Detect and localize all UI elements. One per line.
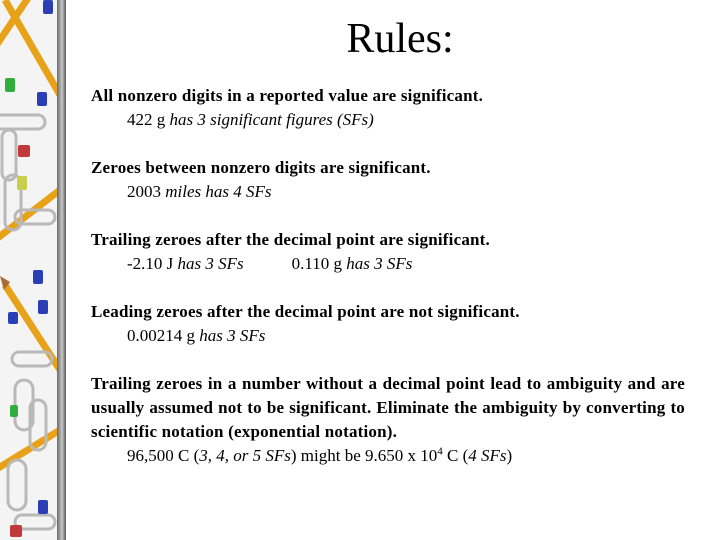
rule-item: Trailing zeroes after the decimal point … [91, 228, 685, 276]
rule-statement: Leading zeroes after the decimal point a… [91, 302, 520, 321]
page-title: Rules: [346, 16, 454, 62]
pencil-icon [0, 0, 57, 472]
decorative-sidebar [0, 0, 57, 540]
example-close: ) [506, 446, 513, 465]
example-note: has 3 significant figures (SFs) [169, 110, 374, 129]
rule-statement: Trailing zeroes in a number without a de… [91, 374, 685, 441]
rule-example: -2.10 J has 3 SFs 0.110 g has 3 SFs [91, 252, 685, 276]
desk-supplies-illustration [0, 0, 57, 537]
rule-statement: Trailing zeroes after the decimal point … [91, 230, 490, 249]
example-mid: ) might be 9.650 x 10 [290, 446, 438, 465]
example-note: 3, 4, or 5 SFs [199, 446, 291, 465]
example-value: 422 g [127, 110, 166, 129]
example-note: has 3 SFs [199, 326, 266, 345]
rule-item: Leading zeroes after the decimal point a… [91, 300, 685, 348]
rule-example: 2003 miles has 4 SFs [91, 180, 685, 204]
rule-statement: Zeroes between nonzero digits are signif… [91, 158, 431, 177]
example-note-2: has 3 SFs [346, 254, 413, 273]
rule-example: 96,500 C (3, 4, or 5 SFs) might be 9.650… [91, 444, 685, 468]
example-tail: C ( [442, 446, 469, 465]
example-note-2: 4 SFs [468, 446, 507, 465]
rule-item: All nonzero digits in a reported value a… [91, 84, 685, 132]
divider-bar [57, 0, 66, 540]
rule-example: 422 g has 3 significant figures (SFs) [91, 108, 685, 132]
example-note: miles has 4 SFs [165, 182, 272, 201]
rule-statement: All nonzero digits in a reported value a… [91, 86, 484, 105]
rule-example: 0.00214 g has 3 SFs [91, 324, 685, 348]
rules-list: All nonzero digits in a reported value a… [91, 84, 685, 468]
example-value: -2.10 J [127, 254, 174, 273]
example-value: 0.00214 g [127, 326, 195, 345]
example-value: 2003 [127, 182, 161, 201]
rule-item: Zeroes between nonzero digits are signif… [91, 156, 685, 204]
example-note: has 3 SFs [177, 254, 244, 273]
example-value-2: 0.110 g [291, 254, 343, 273]
rule-item: Trailing zeroes in a number without a de… [91, 372, 685, 468]
example-value: 96,500 C ( [127, 446, 200, 465]
